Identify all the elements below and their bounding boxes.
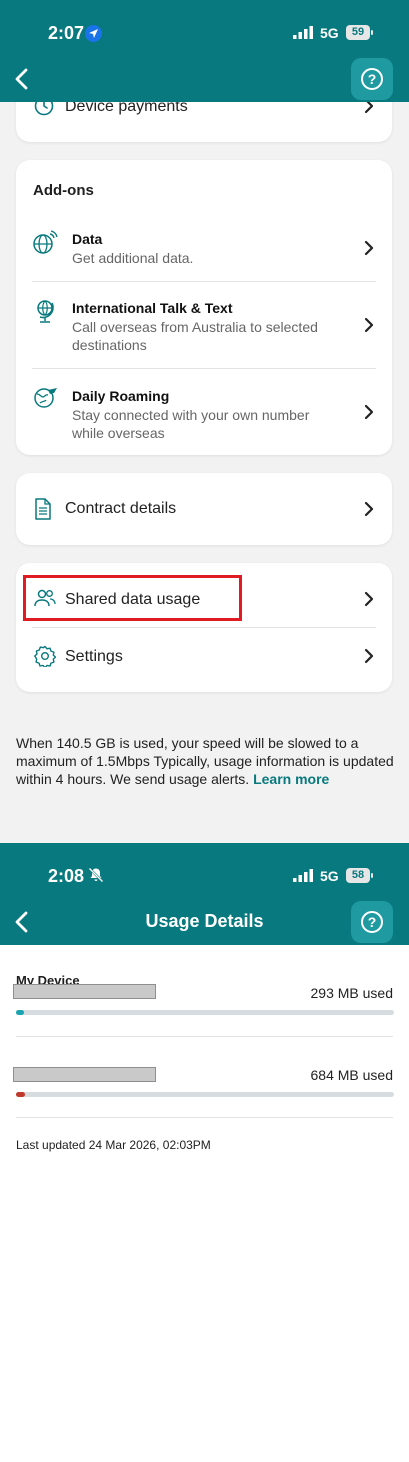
usage-details-screen: 2:08 5G 58 Usage Details ? My Device 293… [0,843,409,1462]
battery-icon [371,873,373,878]
usage-progress-fill [16,1010,24,1015]
chevron-right-icon [364,317,374,338]
addon-item-international[interactable]: International Talk & Text Call overseas … [16,288,392,360]
contract-details-label: Contract details [65,500,177,517]
learn-more-link[interactable]: Learn more [253,771,329,787]
settings-row[interactable]: Settings [16,628,392,692]
addon-subtitle: Get additional data. [72,250,194,266]
help-button[interactable]: ? [351,58,393,100]
chevron-right-icon [364,240,374,261]
gear-icon [34,645,57,672]
chevron-right-icon [364,501,374,522]
contract-details-card[interactable]: Contract details [16,473,392,545]
addon-subtitle: Stay connected with your own number whil… [72,407,310,441]
addons-heading: Add-ons [33,182,94,199]
divider [16,1117,393,1118]
battery-level: 58 [346,868,370,883]
divider [32,368,376,369]
network-type: 5G [320,25,339,41]
usage-note-text: When 140.5 GB is used, your speed will b… [16,735,394,787]
redacted-number [13,1067,156,1082]
redacted-number [13,984,156,999]
usage-note: When 140.5 GB is used, your speed will b… [16,734,396,788]
help-button[interactable]: ? [351,901,393,943]
app-header: 2:07 5G 59 ? [0,0,409,102]
app-header: 2:08 5G 58 Usage Details ? [0,843,409,945]
network-type: 5G [320,868,339,884]
status-bar: 2:08 5G 58 [0,859,409,893]
bell-slash-icon [88,867,104,888]
globe-signal-icon [32,230,58,261]
usage-amount: 684 MB used [310,1067,394,1083]
question-icon: ? [361,911,383,933]
divider [32,281,376,282]
highlight-box [23,575,242,621]
status-time: 2:07 [48,23,85,43]
settings-label: Settings [65,648,123,665]
battery-level: 59 [346,25,370,40]
document-icon [34,498,52,525]
usage-line[interactable]: 293 MB used [0,978,409,1028]
battery-icon [371,30,373,35]
addon-title: Data [72,231,103,247]
usage-line[interactable]: 684 MB used [0,1061,409,1111]
addon-item-roaming[interactable]: Daily Roaming Stay connected with your o… [16,376,392,448]
addons-card: Add-ons Data Get additional data. Intern… [16,160,392,455]
addon-item-data[interactable]: Data Get additional data. [16,218,392,280]
addon-title: Daily Roaming [72,388,170,404]
status-time: 2:08 [48,866,85,886]
last-updated: Last updated 24 Mar 2026, 02:03PM [16,1138,211,1152]
shared-data-screen: Device payments 2:07 5G 59 ? Add-ons Dat… [0,0,409,843]
usage-progress-fill [16,1092,26,1097]
back-arrow-icon[interactable] [14,68,28,95]
addon-title: International Talk & Text [72,300,233,316]
globe-stand-icon [33,298,57,329]
usage-progress-track [16,1010,394,1015]
signal-icon [293,26,313,44]
usage-amount: 293 MB used [310,985,394,1001]
globe-plane-icon [32,386,58,415]
status-bar: 2:07 5G 59 [0,16,409,50]
signal-icon [293,869,313,887]
usage-progress-track [16,1092,394,1097]
divider [16,1036,393,1037]
page-title: Usage Details [145,911,264,931]
location-arrow-icon [85,25,102,42]
chevron-right-icon [364,591,374,612]
chevron-right-icon [364,648,374,669]
addon-subtitle: Call overseas from Australia to selected… [72,319,318,353]
chevron-right-icon [364,404,374,425]
question-icon: ? [361,68,383,90]
